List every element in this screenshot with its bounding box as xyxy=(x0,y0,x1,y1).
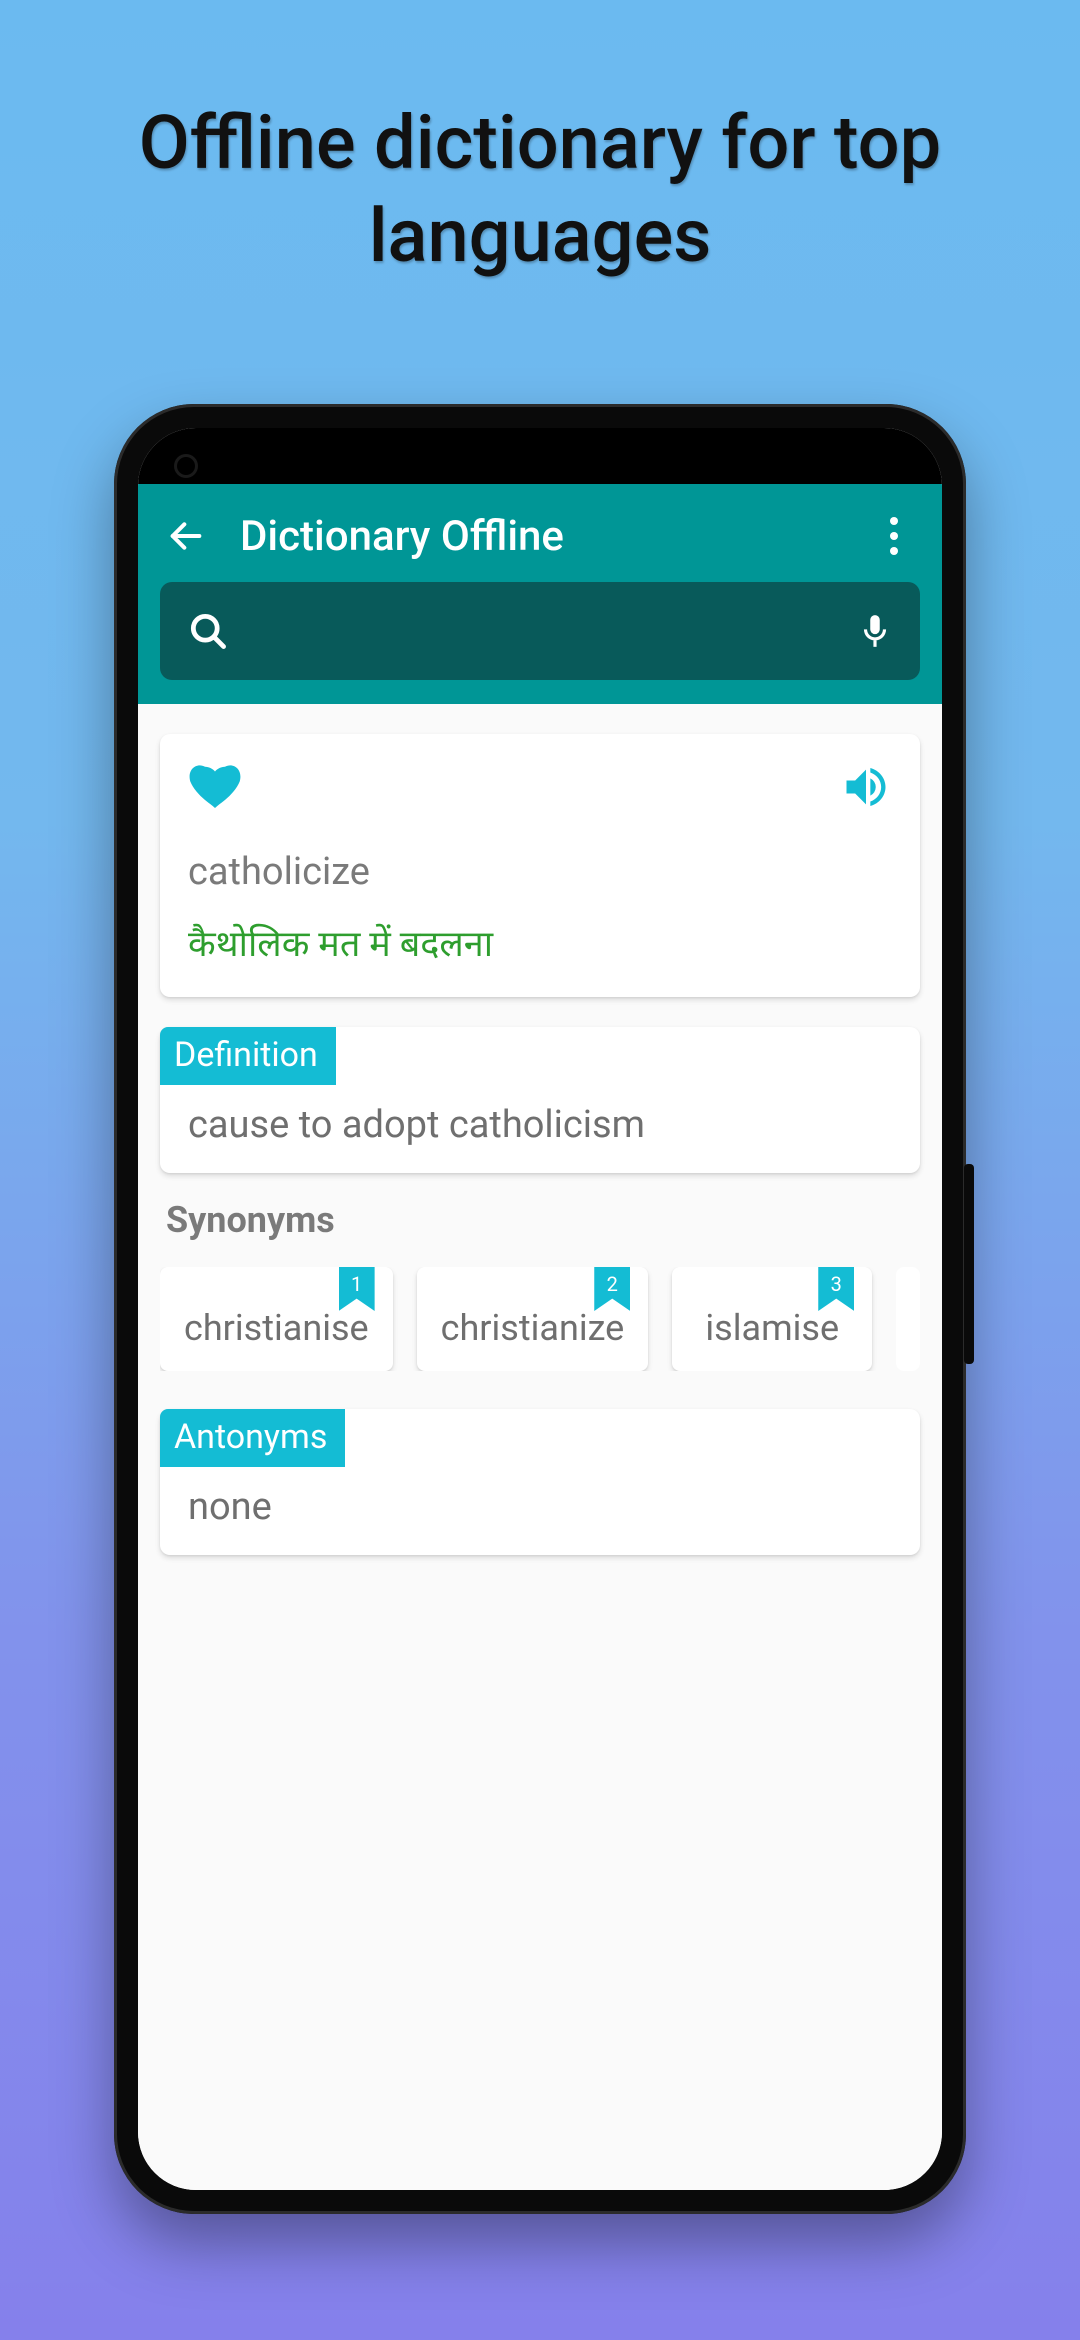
pronounce-button[interactable] xyxy=(840,761,892,813)
back-button[interactable] xyxy=(160,510,212,562)
heart-icon xyxy=(188,760,242,814)
arrow-left-icon xyxy=(166,516,206,556)
synonym-word: christianize xyxy=(441,1307,625,1349)
search-input[interactable] xyxy=(248,612,856,651)
antonyms-text: none xyxy=(160,1467,920,1529)
bookmark-icon: 3 xyxy=(818,1267,854,1311)
status-bar xyxy=(138,428,942,484)
search-icon xyxy=(186,609,230,653)
speaker-icon xyxy=(840,761,892,813)
word-translation: कैथोलिक मत में बदलना xyxy=(188,918,892,967)
promo-headline: Offline dictionary for toplanguages xyxy=(0,98,1080,283)
app-title: Dictionary Offline xyxy=(240,512,868,561)
mic-icon xyxy=(856,612,894,650)
phone-screen: Dictionary Offline xyxy=(138,428,942,2190)
phone-frame: Dictionary Offline xyxy=(114,404,966,2214)
synonym-chip[interactable]: 1 christianise xyxy=(160,1267,393,1371)
synonyms-row[interactable]: 1 christianise 2 christianize 3 islamise xyxy=(160,1267,920,1371)
definition-text: cause to adopt catholicism xyxy=(160,1085,920,1147)
app-bar: Dictionary Offline xyxy=(138,484,942,704)
word-card: catholicize कैथोलिक मत में बदलना xyxy=(160,734,920,997)
definition-card: Definition cause to adopt catholicism xyxy=(160,1027,920,1173)
synonym-word: islamise xyxy=(705,1307,839,1349)
bookmark-icon: 1 xyxy=(339,1267,375,1311)
synonym-chip[interactable]: 3 islamise xyxy=(672,1267,872,1371)
search-bar[interactable] xyxy=(160,582,920,680)
overflow-menu-button[interactable] xyxy=(868,510,920,562)
definition-label: Definition xyxy=(160,1027,336,1085)
more-vert-icon xyxy=(890,517,898,555)
synonym-chip[interactable]: 2 christianize xyxy=(417,1267,649,1371)
favorite-button[interactable] xyxy=(188,760,242,814)
synonyms-heading: Synonyms xyxy=(166,1199,918,1241)
synonym-chip[interactable] xyxy=(896,1267,920,1371)
bookmark-icon: 2 xyxy=(594,1267,630,1311)
antonyms-card: Antonyms none xyxy=(160,1409,920,1555)
antonyms-label: Antonyms xyxy=(160,1409,345,1467)
mic-button[interactable] xyxy=(856,612,894,650)
synonym-word: christianise xyxy=(184,1307,369,1349)
word-english: catholicize xyxy=(188,850,892,894)
content-area: catholicize कैथोलिक मत में बदलना Definit… xyxy=(138,704,942,2190)
